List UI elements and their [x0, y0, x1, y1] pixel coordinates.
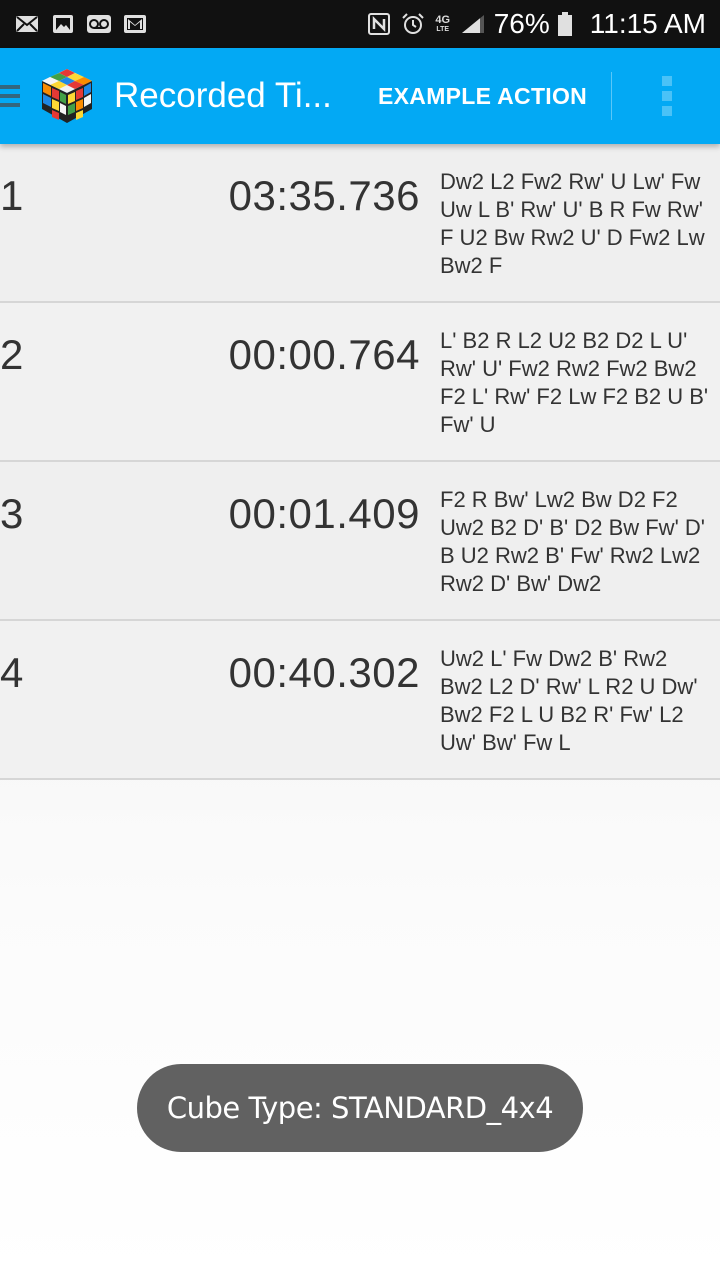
- example-action-button[interactable]: EXAMPLE ACTION: [378, 83, 587, 110]
- app-bar: Recorded Ti... EXAMPLE ACTION: [0, 48, 720, 144]
- signal-icon: [461, 15, 484, 33]
- record-index: 4: [0, 649, 24, 696]
- record-time: 00:00.764: [228, 331, 420, 378]
- list-item[interactable]: 3 00:01.409 F2 R Bw' Lw2 Bw D2 F2 Uw2 B2…: [0, 462, 720, 621]
- record-scramble: Uw2 L' Fw Dw2 B' Rw2 Bw2 L2 D' Rw' L R2 …: [440, 646, 698, 755]
- record-index: 3: [0, 490, 24, 537]
- system-icons: 4G LTE 76% 11:15 AM: [366, 8, 706, 40]
- record-time: 03:35.736: [228, 172, 420, 219]
- nfc-icon: [367, 13, 390, 35]
- toast-message: Cube Type: STANDARD_4x4: [137, 1064, 583, 1152]
- battery-icon: [557, 12, 572, 36]
- record-scramble: F2 R Bw' Lw2 Bw D2 F2 Uw2 B2 D' B' D2 Bw…: [440, 487, 705, 596]
- record-scramble: L' B2 R L2 U2 B2 D2 L U' Rw' U' Fw2 Rw2 …: [440, 328, 709, 437]
- record-scramble: Dw2 L2 Fw2 Rw' U Lw' Fw Uw L B' Rw' U' B…: [440, 169, 705, 278]
- network-4g-icon: 4G LTE: [435, 13, 451, 33]
- email-icon: [16, 16, 38, 32]
- record-index: 2: [0, 331, 24, 378]
- gmail-icon: [124, 15, 146, 33]
- alarm-icon: [402, 13, 424, 34]
- toast-text: Cube Type: STANDARD_4x4: [166, 1091, 554, 1125]
- action-divider: [611, 72, 613, 120]
- record-time: 00:40.302: [228, 649, 420, 696]
- list-item[interactable]: 4 00:40.302 Uw2 L' Fw Dw2 B' Rw2 Bw2 L2 …: [0, 621, 720, 780]
- recorded-times-list: 1 03:35.736 Dw2 L2 Fw2 Rw' U Lw' Fw Uw L…: [0, 144, 720, 780]
- status-bar: 4G LTE 76% 11:15 AM: [0, 0, 720, 48]
- clock: 11:15 AM: [589, 8, 706, 39]
- record-time: 00:01.409: [228, 490, 420, 537]
- battery-percentage: 76%: [493, 8, 550, 39]
- app-title: Recorded Ti...: [114, 76, 332, 115]
- drawer-menu-icon[interactable]: [0, 81, 20, 111]
- notification-icons: [14, 13, 148, 35]
- list-item[interactable]: 2 00:00.764 L' B2 R L2 U2 B2 D2 L U' Rw'…: [0, 303, 720, 462]
- list-item[interactable]: 1 03:35.736 Dw2 L2 Fw2 Rw' U Lw' Fw Uw L…: [0, 144, 720, 303]
- record-index: 1: [0, 172, 24, 219]
- rubiks-cube-logo[interactable]: [36, 65, 98, 127]
- voicemail-icon: [87, 15, 111, 33]
- image-icon: [53, 15, 73, 33]
- overflow-menu-icon[interactable]: [662, 76, 674, 116]
